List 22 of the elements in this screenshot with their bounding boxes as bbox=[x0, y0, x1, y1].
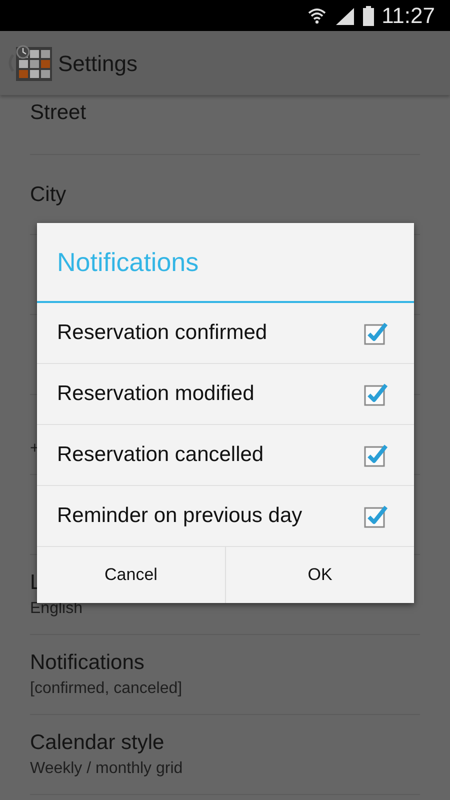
option-label: Reservation confirmed bbox=[57, 320, 268, 346]
checkbox[interactable] bbox=[364, 443, 388, 467]
option-label: Reservation modified bbox=[57, 381, 254, 408]
option-label: Reminder on previous day bbox=[57, 503, 302, 530]
dialog-button[interactable]: Cancel bbox=[37, 547, 225, 603]
option-row[interactable]: Reservation cancelled bbox=[37, 425, 414, 486]
clock-time: 11:27 bbox=[382, 4, 435, 26]
setting-summary: Weekly / monthly grid bbox=[30, 758, 184, 778]
dialog-title: Notifications bbox=[57, 246, 199, 278]
setting-summary: [confirmed, canceled] bbox=[30, 678, 184, 698]
checkbox[interactable] bbox=[364, 382, 388, 406]
checkbox[interactable] bbox=[364, 321, 388, 345]
battery-icon bbox=[362, 6, 374, 26]
app-grid-icon bbox=[16, 45, 52, 81]
option-row[interactable]: Reservation confirmed bbox=[37, 303, 414, 364]
signal-icon bbox=[334, 6, 355, 24]
dialog-button[interactable]: OK bbox=[225, 547, 414, 603]
checkbox[interactable] bbox=[364, 504, 388, 528]
wifi-icon bbox=[306, 6, 327, 26]
screen-title: Settings bbox=[58, 50, 138, 78]
option-label: Reservation cancelled bbox=[57, 442, 264, 468]
option-row[interactable]: Reservation modified bbox=[37, 364, 414, 425]
